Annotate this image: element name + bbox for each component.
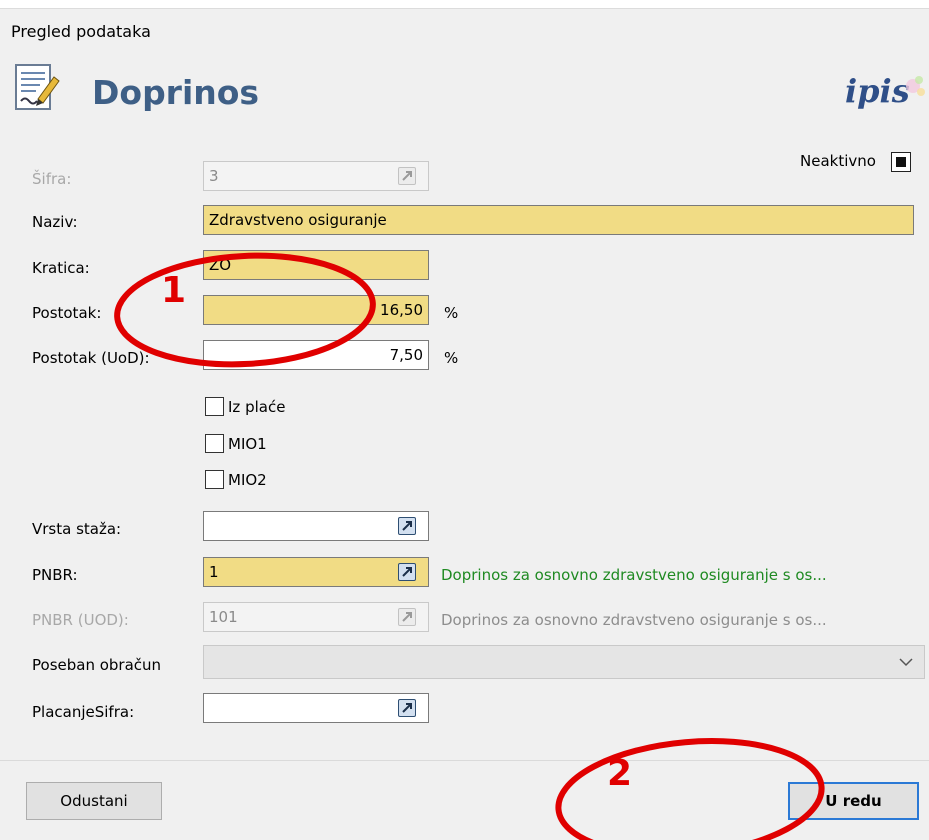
sifra-label: Šifra:	[32, 170, 72, 188]
inactive-label: Neaktivno	[800, 152, 876, 170]
vrsta-staza-lookup-icon[interactable]	[398, 517, 416, 535]
postotak-uod-label: Postotak (UoD):	[32, 349, 150, 367]
postotak-unit: %	[444, 304, 459, 322]
postotak-uod-unit: %	[444, 349, 459, 367]
inactive-check-mark	[896, 157, 906, 167]
document-edit-icon	[14, 63, 60, 113]
pnbr-uod-label: PNBR (UOD):	[32, 611, 129, 629]
window-top-border	[0, 0, 929, 9]
postotak-field[interactable]: 16,50	[203, 295, 429, 325]
iz-place-checkbox[interactable]	[205, 397, 224, 416]
annotation-number-1: 1	[161, 270, 187, 311]
pnbr-description: Doprinos za osnovno zdravstveno osiguran…	[441, 566, 827, 584]
pnbr-value: 1	[209, 563, 219, 581]
pnbr-uod-lookup-icon	[398, 608, 416, 626]
pnbr-field[interactable]: 1	[203, 557, 429, 587]
postotak-label: Postotak:	[32, 304, 102, 322]
placanje-sifra-lookup-icon[interactable]	[398, 699, 416, 717]
ipis-logo: ipis	[845, 72, 929, 116]
postotak-value: 16,50	[380, 301, 423, 319]
placanje-sifra-label: PlacanjeSifra:	[32, 703, 135, 721]
chevron-down-icon	[899, 658, 913, 667]
mio2-checkbox[interactable]	[205, 470, 224, 489]
footer-separator	[0, 760, 929, 761]
window-title: Pregled podataka	[11, 22, 151, 41]
sifra-field: 3	[203, 161, 429, 191]
kratica-field[interactable]: ZO	[203, 250, 429, 280]
sifra-value: 3	[209, 167, 219, 185]
naziv-label: Naziv:	[32, 213, 78, 231]
poseban-obracun-select[interactable]	[203, 645, 925, 679]
cancel-button[interactable]: Odustani	[26, 782, 162, 820]
mio2-label: MIO2	[228, 471, 267, 489]
logo-sparkle-icon	[906, 76, 925, 96]
pnbr-lookup-icon[interactable]	[398, 563, 416, 581]
placanje-sifra-field[interactable]	[203, 693, 429, 723]
annotation-number-2: 2	[607, 753, 633, 794]
vrsta-staza-field[interactable]	[203, 511, 429, 541]
pnbr-uod-value: 101	[209, 608, 238, 626]
mio1-label: MIO1	[228, 435, 267, 453]
naziv-field[interactable]: Zdravstveno osiguranje	[203, 205, 914, 235]
postotak-uod-field[interactable]: 7,50	[203, 340, 429, 370]
sifra-lookup-icon	[398, 167, 416, 185]
pnbr-uod-description: Doprinos za osnovno zdravstveno osiguran…	[441, 611, 827, 629]
naziv-value: Zdravstveno osiguranje	[209, 211, 387, 229]
form-title: Doprinos	[92, 73, 260, 112]
ok-button[interactable]: U redu	[788, 782, 919, 820]
inactive-checkbox[interactable]	[891, 152, 911, 172]
pnbr-uod-field: 101	[203, 602, 429, 632]
postotak-uod-value: 7,50	[389, 346, 423, 364]
kratica-label: Kratica:	[32, 259, 90, 277]
pnbr-label: PNBR:	[32, 566, 78, 584]
poseban-obracun-label: Poseban obračun	[32, 656, 162, 674]
kratica-value: ZO	[209, 256, 232, 274]
mio1-checkbox[interactable]	[205, 434, 224, 453]
iz-place-label: Iz plaće	[228, 398, 286, 416]
vrsta-staza-label: Vrsta staža:	[32, 520, 122, 538]
